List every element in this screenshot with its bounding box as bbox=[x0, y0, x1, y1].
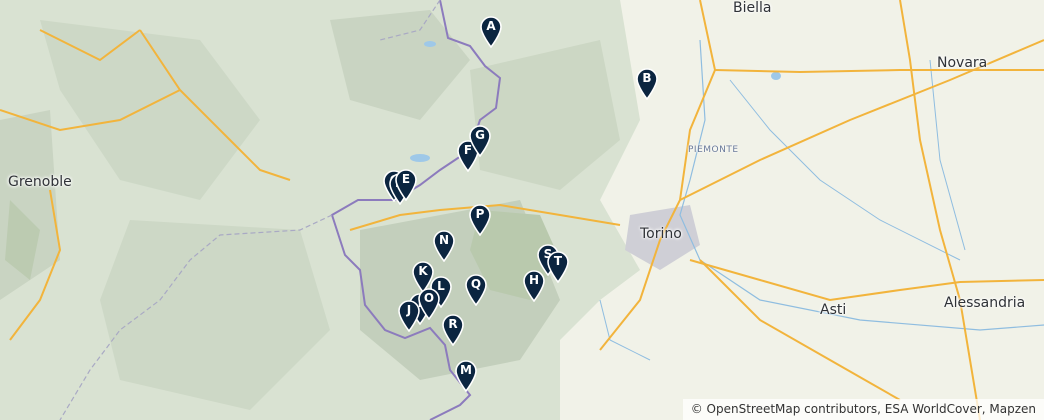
marker-label: A bbox=[486, 19, 496, 33]
map-marker-q[interactable]: Q bbox=[464, 273, 492, 309]
city-label-torino: Torino bbox=[640, 226, 682, 242]
marker-label: O bbox=[423, 291, 435, 305]
map-marker-a[interactable]: A bbox=[479, 15, 507, 51]
marker-label: N bbox=[438, 233, 450, 247]
osm-attribution-link[interactable]: OpenStreetMap contributors bbox=[707, 402, 878, 416]
city-label-novara: Novara bbox=[937, 55, 988, 71]
map-container[interactable]: Biella Novara Grenoble Torino Asti Aless… bbox=[0, 0, 1044, 420]
marker-label: T bbox=[553, 254, 563, 268]
marker-label: B bbox=[642, 71, 652, 85]
copyright-symbol: © bbox=[690, 402, 703, 416]
base-map bbox=[0, 0, 1044, 420]
map-marker-r[interactable]: R bbox=[441, 313, 469, 349]
map-marker-e[interactable]: E bbox=[394, 168, 422, 204]
marker-label: G bbox=[475, 128, 485, 142]
marker-label: Q bbox=[470, 277, 482, 291]
map-marker-t[interactable]: T bbox=[546, 250, 574, 286]
marker-label: M bbox=[460, 363, 472, 377]
map-marker-g[interactable]: G bbox=[468, 124, 496, 160]
city-label-asti: Asti bbox=[820, 302, 847, 318]
city-label-alessandria: Alessandria bbox=[944, 295, 1026, 311]
marker-label: E bbox=[401, 172, 411, 186]
marker-label: R bbox=[448, 317, 458, 331]
map-attribution: © OpenStreetMap contributors, ESA WorldC… bbox=[682, 399, 1044, 420]
city-label-biella: Biella bbox=[733, 0, 772, 16]
map-marker-p[interactable]: P bbox=[468, 203, 496, 239]
city-label-grenoble: Grenoble bbox=[8, 174, 72, 190]
map-marker-b[interactable]: B bbox=[635, 67, 663, 103]
attribution-rest: , ESA WorldCover, Mapzen bbox=[877, 402, 1036, 416]
map-marker-n[interactable]: N bbox=[432, 229, 460, 265]
marker-label: P bbox=[475, 207, 485, 221]
region-label-piemonte: PIEMONTE bbox=[688, 145, 739, 155]
map-marker-m[interactable]: M bbox=[454, 359, 482, 395]
